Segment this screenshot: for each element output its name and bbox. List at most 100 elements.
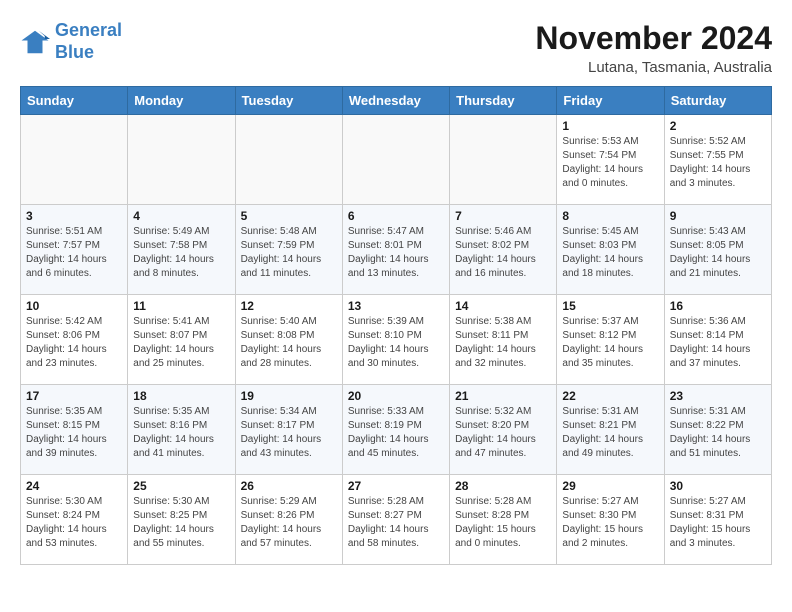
calendar-week-row: 3 Sunrise: 5:51 AM Sunset: 7:57 PM Daylig… — [21, 205, 772, 295]
day-number: 4 — [133, 209, 229, 223]
logo-icon — [20, 27, 50, 57]
day-info: Sunrise: 5:41 AM Sunset: 8:07 PM Dayligh… — [133, 315, 229, 371]
day-info: Sunrise: 5:34 AM Sunset: 8:17 PM Dayligh… — [241, 405, 337, 461]
day-info: Sunrise: 5:47 AM Sunset: 8:01 PM Dayligh… — [348, 225, 444, 281]
day-info: Sunrise: 5:45 AM Sunset: 8:03 PM Dayligh… — [562, 225, 658, 281]
weekday-header: Thursday — [450, 87, 557, 115]
logo-line2: Blue — [55, 42, 94, 62]
day-info: Sunrise: 5:31 AM Sunset: 8:22 PM Dayligh… — [670, 405, 766, 461]
day-info: Sunrise: 5:35 AM Sunset: 8:16 PM Dayligh… — [133, 405, 229, 461]
calendar-body: 1 Sunrise: 5:53 AM Sunset: 7:54 PM Daylig… — [21, 115, 772, 565]
calendar-cell: 26Sunrise: 5:29 AM Sunset: 8:26 PM Dayli… — [235, 475, 342, 565]
calendar-table: SundayMondayTuesdayWednesdayThursdayFrid… — [20, 86, 772, 565]
day-info: Sunrise: 5:35 AM Sunset: 8:15 PM Dayligh… — [26, 405, 122, 461]
day-number: 23 — [670, 389, 766, 403]
weekday-header: Monday — [128, 87, 235, 115]
calendar-cell: 29Sunrise: 5:27 AM Sunset: 8:30 PM Dayli… — [557, 475, 664, 565]
day-info: Sunrise: 5:38 AM Sunset: 8:11 PM Dayligh… — [455, 315, 551, 371]
calendar-cell: 18 Sunrise: 5:35 AM Sunset: 8:16 PM Dayli… — [128, 385, 235, 475]
weekday-header: Wednesday — [342, 87, 449, 115]
day-info: Sunrise: 5:36 AM Sunset: 8:14 PM Dayligh… — [670, 315, 766, 371]
day-number: 18 — [133, 389, 229, 403]
logo-line1: General — [55, 20, 122, 40]
calendar-cell: 5 Sunrise: 5:48 AM Sunset: 7:59 PM Daylig… — [235, 205, 342, 295]
calendar-week-row: 17 Sunrise: 5:35 AM Sunset: 8:15 PM Dayli… — [21, 385, 772, 475]
calendar-cell — [21, 115, 128, 205]
day-number: 16 — [670, 299, 766, 313]
calendar-cell: 12Sunrise: 5:40 AM Sunset: 8:08 PM Dayli… — [235, 295, 342, 385]
weekday-header: Sunday — [21, 87, 128, 115]
day-number: 21 — [455, 389, 551, 403]
day-number: 17 — [26, 389, 122, 403]
location-subtitle: Lutana, Tasmania, Australia — [535, 59, 772, 76]
calendar-cell: 30 Sunrise: 5:27 AM Sunset: 8:31 PM Dayli… — [664, 475, 771, 565]
calendar-cell: 8 Sunrise: 5:45 AM Sunset: 8:03 PM Daylig… — [557, 205, 664, 295]
day-number: 30 — [670, 479, 766, 493]
calendar-cell: 4Sunrise: 5:49 AM Sunset: 7:58 PM Daylig… — [128, 205, 235, 295]
calendar-cell: 1 Sunrise: 5:53 AM Sunset: 7:54 PM Daylig… — [557, 115, 664, 205]
day-number: 14 — [455, 299, 551, 313]
day-number: 19 — [241, 389, 337, 403]
day-info: Sunrise: 5:33 AM Sunset: 8:19 PM Dayligh… — [348, 405, 444, 461]
day-number: 11 — [133, 299, 229, 313]
day-number: 3 — [26, 209, 122, 223]
day-info: Sunrise: 5:52 AM Sunset: 7:55 PM Dayligh… — [670, 135, 766, 191]
day-number: 8 — [562, 209, 658, 223]
weekday-row: SundayMondayTuesdayWednesdayThursdayFrid… — [21, 87, 772, 115]
calendar-week-row: 1 Sunrise: 5:53 AM Sunset: 7:54 PM Daylig… — [21, 115, 772, 205]
day-number: 10 — [26, 299, 122, 313]
calendar-cell: 28 Sunrise: 5:28 AM Sunset: 8:28 PM Dayli… — [450, 475, 557, 565]
calendar-cell: 20 Sunrise: 5:33 AM Sunset: 8:19 PM Dayli… — [342, 385, 449, 475]
calendar-week-row: 24 Sunrise: 5:30 AM Sunset: 8:24 PM Dayli… — [21, 475, 772, 565]
day-info: Sunrise: 5:30 AM Sunset: 8:24 PM Dayligh… — [26, 495, 122, 551]
day-info: Sunrise: 5:51 AM Sunset: 7:57 PM Dayligh… — [26, 225, 122, 281]
calendar-cell: 14 Sunrise: 5:38 AM Sunset: 8:11 PM Dayli… — [450, 295, 557, 385]
day-info: Sunrise: 5:46 AM Sunset: 8:02 PM Dayligh… — [455, 225, 551, 281]
day-info: Sunrise: 5:37 AM Sunset: 8:12 PM Dayligh… — [562, 315, 658, 371]
calendar-cell: 9Sunrise: 5:43 AM Sunset: 8:05 PM Daylig… — [664, 205, 771, 295]
day-number: 13 — [348, 299, 444, 313]
day-info: Sunrise: 5:32 AM Sunset: 8:20 PM Dayligh… — [455, 405, 551, 461]
month-title: November 2024 — [535, 20, 772, 57]
calendar-cell: 19 Sunrise: 5:34 AM Sunset: 8:17 PM Dayli… — [235, 385, 342, 475]
day-number: 5 — [241, 209, 337, 223]
calendar-header: SundayMondayTuesdayWednesdayThursdayFrid… — [21, 87, 772, 115]
day-number: 6 — [348, 209, 444, 223]
day-info: Sunrise: 5:28 AM Sunset: 8:28 PM Dayligh… — [455, 495, 551, 551]
day-info: Sunrise: 5:48 AM Sunset: 7:59 PM Dayligh… — [241, 225, 337, 281]
day-number: 29 — [562, 479, 658, 493]
calendar-cell: 7 Sunrise: 5:46 AM Sunset: 8:02 PM Daylig… — [450, 205, 557, 295]
calendar-cell — [450, 115, 557, 205]
calendar-cell: 16 Sunrise: 5:36 AM Sunset: 8:14 PM Dayli… — [664, 295, 771, 385]
title-area: November 2024 Lutana, Tasmania, Australi… — [535, 20, 772, 76]
calendar-cell: 27Sunrise: 5:28 AM Sunset: 8:27 PM Dayli… — [342, 475, 449, 565]
calendar-cell: 25 Sunrise: 5:30 AM Sunset: 8:25 PM Dayli… — [128, 475, 235, 565]
day-number: 7 — [455, 209, 551, 223]
page-header: General Blue November 2024 Lutana, Tasma… — [20, 20, 772, 76]
calendar-cell: 11 Sunrise: 5:41 AM Sunset: 8:07 PM Dayli… — [128, 295, 235, 385]
day-info: Sunrise: 5:53 AM Sunset: 7:54 PM Dayligh… — [562, 135, 658, 191]
calendar-cell — [235, 115, 342, 205]
day-number: 28 — [455, 479, 551, 493]
day-info: Sunrise: 5:39 AM Sunset: 8:10 PM Dayligh… — [348, 315, 444, 371]
calendar-cell: 22Sunrise: 5:31 AM Sunset: 8:21 PM Dayli… — [557, 385, 664, 475]
day-number: 2 — [670, 119, 766, 133]
day-info: Sunrise: 5:27 AM Sunset: 8:31 PM Dayligh… — [670, 495, 766, 551]
day-number: 24 — [26, 479, 122, 493]
logo-text: General Blue — [55, 20, 122, 63]
calendar-cell: 23 Sunrise: 5:31 AM Sunset: 8:22 PM Dayli… — [664, 385, 771, 475]
day-info: Sunrise: 5:40 AM Sunset: 8:08 PM Dayligh… — [241, 315, 337, 371]
day-number: 20 — [348, 389, 444, 403]
weekday-header: Tuesday — [235, 87, 342, 115]
day-info: Sunrise: 5:30 AM Sunset: 8:25 PM Dayligh… — [133, 495, 229, 551]
day-info: Sunrise: 5:31 AM Sunset: 8:21 PM Dayligh… — [562, 405, 658, 461]
weekday-header: Friday — [557, 87, 664, 115]
day-number: 25 — [133, 479, 229, 493]
calendar-cell: 10Sunrise: 5:42 AM Sunset: 8:06 PM Dayli… — [21, 295, 128, 385]
calendar-cell: 3 Sunrise: 5:51 AM Sunset: 7:57 PM Daylig… — [21, 205, 128, 295]
day-info: Sunrise: 5:43 AM Sunset: 8:05 PM Dayligh… — [670, 225, 766, 281]
calendar-week-row: 10Sunrise: 5:42 AM Sunset: 8:06 PM Dayli… — [21, 295, 772, 385]
day-number: 15 — [562, 299, 658, 313]
calendar-cell — [342, 115, 449, 205]
day-number: 1 — [562, 119, 658, 133]
